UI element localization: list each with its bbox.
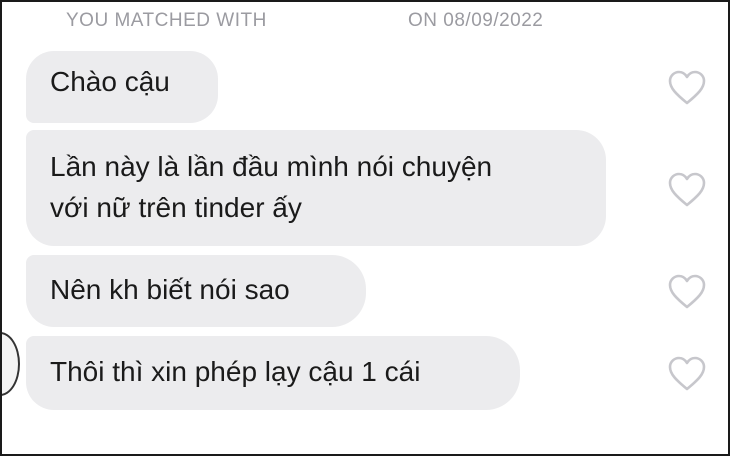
match-header: YOU MATCHED WITH ON 08/09/2022 [66, 10, 578, 38]
message-text: Lần này là lần đầu mình nói chuyện [50, 151, 493, 182]
avatar[interactable] [2, 332, 20, 396]
message-bubble[interactable]: Thôi thì xin phép lạy cậu 1 cái [26, 336, 520, 410]
chat-screen: YOU MATCHED WITH ON 08/09/2022 Chào cậu … [0, 0, 730, 456]
match-date: ON 08/09/2022 [408, 10, 544, 31]
matched-with-label: YOU MATCHED WITH [66, 10, 267, 31]
message-text: Nên kh biết nói sao [50, 274, 290, 305]
heart-icon[interactable] [668, 274, 706, 310]
message-text: với nữ trên tinder ấy [50, 192, 302, 223]
message-bubble[interactable]: Lần này là lần đầu mình nói chuyện với n… [26, 130, 606, 246]
message-text: Chào cậu [50, 66, 170, 97]
heart-icon[interactable] [668, 70, 706, 106]
message-bubble[interactable]: Nên kh biết nói sao [26, 255, 366, 327]
message-text: Thôi thì xin phép lạy cậu 1 cái [50, 356, 421, 387]
heart-icon[interactable] [668, 356, 706, 392]
message-bubble[interactable]: Chào cậu [26, 51, 218, 123]
heart-icon[interactable] [668, 172, 706, 208]
